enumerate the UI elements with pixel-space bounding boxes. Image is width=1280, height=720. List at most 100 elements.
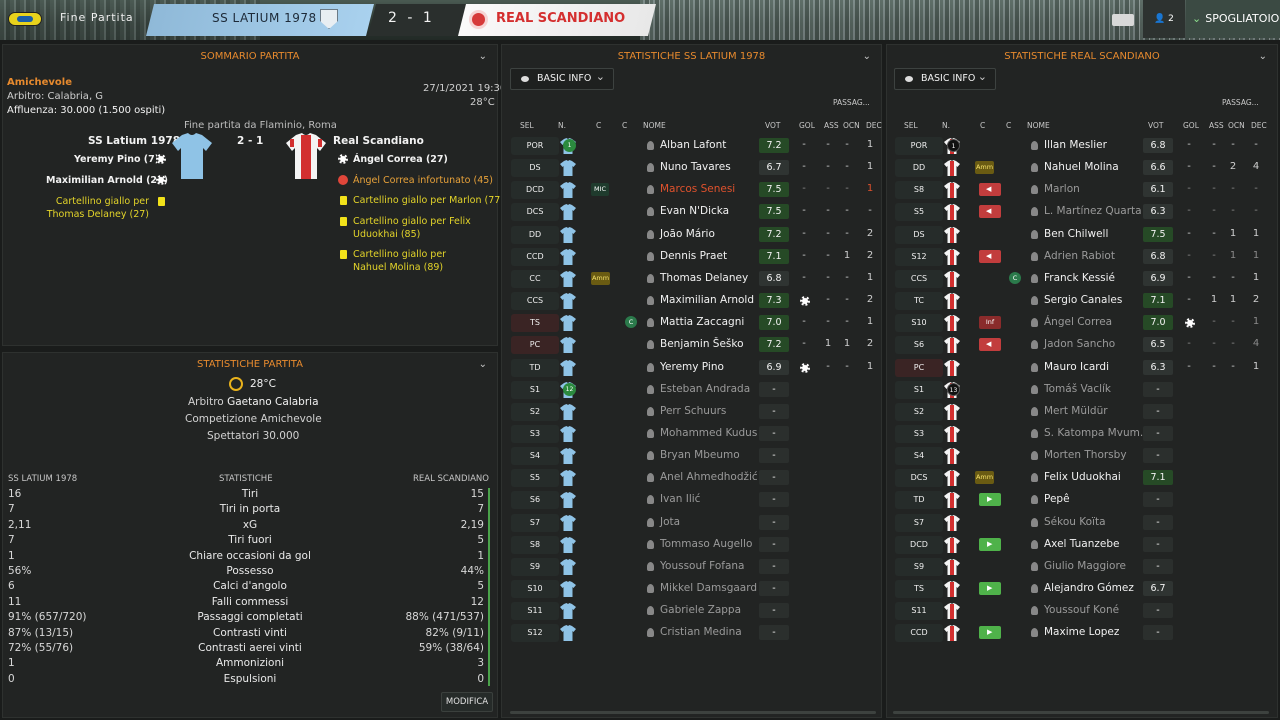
player-name[interactable]: Nahuel Molina [1044,161,1119,173]
player-name[interactable]: Dennis Praet [660,250,727,262]
player-row[interactable]: CC Amm Thomas Delaney 6.8 - - - 1 [511,268,877,290]
player-name[interactable]: Youssouf Fofana [660,560,744,572]
player-name[interactable]: Pepê [1044,493,1070,505]
basic-info-dropdown[interactable]: BASIC INFO [894,67,996,90]
position-selector[interactable]: S8 [511,535,559,554]
position-selector[interactable]: S3 [895,424,943,443]
position-selector[interactable]: DCD [895,535,943,554]
position-selector[interactable]: S12 [895,247,943,266]
basic-info-dropdown[interactable]: BASIC INFO [510,67,614,90]
player-name[interactable]: Mikkel Damsgaard [660,582,757,594]
column-header[interactable]: SEL [904,121,918,130]
player-name[interactable]: Franck Kessié [1044,272,1115,284]
player-name[interactable]: Illan Meslier [1044,139,1107,151]
position-selector[interactable]: POR [511,137,559,155]
player-row[interactable]: S6 Ivan Ilić - [511,489,877,511]
player-name[interactable]: Mattia Zaccagni [660,316,744,328]
player-name[interactable]: Tommaso Augello [660,538,752,550]
player-row[interactable]: S3 Mohammed Kudus - [511,423,877,445]
position-selector[interactable]: S8 [895,181,943,200]
chevron-down-icon[interactable]: ⌄ [479,353,487,377]
position-selector[interactable]: DCD [511,181,559,200]
player-name[interactable]: Jota [660,516,680,528]
player-name[interactable]: Ben Chilwell [1044,228,1108,240]
player-row[interactable]: S11 Youssouf Koné - [895,600,1265,622]
player-row[interactable]: S11 Gabriele Zappa - [511,600,877,622]
player-name[interactable]: Marcos Senesi [660,183,735,195]
position-selector[interactable]: S4 [511,447,559,466]
column-header[interactable]: C [622,121,627,130]
position-selector[interactable]: PC [895,358,943,377]
player-row[interactable]: S1 12 Esteban Andrada - [511,379,877,401]
player-row[interactable]: DS Ben Chilwell 7.5 - - 1 1 [895,224,1265,246]
player-name[interactable]: Adrien Rabiot [1044,250,1115,262]
player-row[interactable]: S1 13 Tomáš Vaclík - [895,379,1265,401]
position-selector[interactable]: S11 [895,602,943,621]
column-header[interactable]: SEL [520,121,534,130]
chevron-down-icon[interactable]: ⌄ [479,45,487,69]
player-name[interactable]: Sergio Canales [1044,294,1122,306]
player-row[interactable]: S5 Anel Ahmedhodžić - [511,467,877,489]
player-row[interactable]: DD Amm Nahuel Molina 6.6 - - 2 4 [895,157,1265,179]
dressing-room-button[interactable]: ⌄ SPOGLIATOIO [1186,0,1280,38]
position-selector[interactable]: S7 [895,513,943,532]
player-row[interactable]: S4 Morten Thorsby - [895,445,1265,467]
player-name[interactable]: Thomas Delaney [660,272,748,284]
chevron-down-icon[interactable]: ⌄ [863,45,871,69]
player-row[interactable]: TS Alejandro Gómez 6.7 [895,578,1265,600]
chevron-down-icon[interactable]: ⌄ [1259,45,1267,69]
player-row[interactable]: DCS Amm Felix Uduokhai 7.1 [895,467,1265,489]
player-name[interactable]: Nuno Tavares [660,161,731,173]
column-header[interactable]: VOT [765,121,780,130]
position-selector[interactable]: DS [511,159,559,178]
player-name[interactable]: Benjamin Šeško [660,338,744,350]
player-name[interactable]: Marlon [1044,183,1080,195]
player-name[interactable]: L. Martínez Quarta [1044,205,1142,217]
player-name[interactable]: Maxime Lopez [1044,626,1119,638]
column-header[interactable]: N. [558,121,566,130]
position-selector[interactable]: S5 [895,203,943,222]
player-row[interactable]: DS Nuno Tavares 6.7 - - - 1 [511,157,877,179]
position-selector[interactable]: S6 [895,336,943,355]
column-header[interactable]: GOL [1183,121,1199,130]
column-header[interactable]: ASS [824,121,839,130]
position-selector[interactable]: DCS [511,203,559,222]
column-header[interactable]: GOL [799,121,815,130]
player-row[interactable]: S10 Inf Ángel Correa 7.0 - - 1 [895,312,1265,334]
position-selector[interactable]: S1 [511,380,559,399]
position-selector[interactable]: DD [511,225,559,244]
position-selector[interactable]: TS [511,314,559,333]
player-row[interactable]: DCD MIC Marcos Senesi 7.5 - - - 1 [511,179,877,201]
column-header[interactable]: NOME [1027,121,1050,130]
player-row[interactable]: DCS Evan N'Dicka 7.5 - - - - [511,201,877,223]
position-selector[interactable]: S2 [895,402,943,421]
horizontal-scrollbar[interactable] [893,711,1269,714]
player-name[interactable]: Youssouf Koné [1044,604,1119,616]
position-selector[interactable]: TS [895,580,943,598]
player-row[interactable]: POR 1 Illan Meslier 6.8 - - - - [895,135,1265,157]
position-selector[interactable]: POR [895,137,943,155]
player-row[interactable]: S7 Sékou Koïta - [895,512,1265,534]
player-name[interactable]: Yeremy Pino [660,361,724,373]
users-button[interactable]: 👤 2 [1143,0,1185,38]
player-row[interactable]: S10 Mikkel Damsgaard - [511,578,877,600]
edit-button[interactable]: MODIFICA [441,692,493,712]
player-name[interactable]: Ángel Correa [1044,316,1112,328]
player-row[interactable]: S6 Jadon Sancho 6.5 - - - 4 [895,334,1265,356]
player-row[interactable]: S8 Tommaso Augello - [511,534,877,556]
player-name[interactable]: Felix Uduokhai [1044,471,1121,483]
column-header[interactable]: C [980,121,985,130]
position-selector[interactable]: S11 [511,602,559,621]
position-selector[interactable]: TD [511,358,559,377]
player-row[interactable]: POR 1 Alban Lafont 7.2 - - - 1 [511,135,877,157]
player-row[interactable]: DCD Axel Tuanzebe - [895,534,1265,556]
player-name[interactable]: Tomáš Vaclík [1044,383,1111,395]
position-selector[interactable]: S10 [895,314,943,333]
position-selector[interactable]: S1 [895,380,943,399]
player-name[interactable]: Jadon Sancho [1044,338,1115,350]
position-selector[interactable]: DD [895,159,943,178]
player-row[interactable]: S3 S. Katompa Mvum... - [895,423,1265,445]
player-row[interactable]: S9 Giulio Maggiore - [895,556,1265,578]
player-row[interactable]: TD Pepê - [895,489,1265,511]
column-header[interactable]: ASS [1209,121,1224,130]
